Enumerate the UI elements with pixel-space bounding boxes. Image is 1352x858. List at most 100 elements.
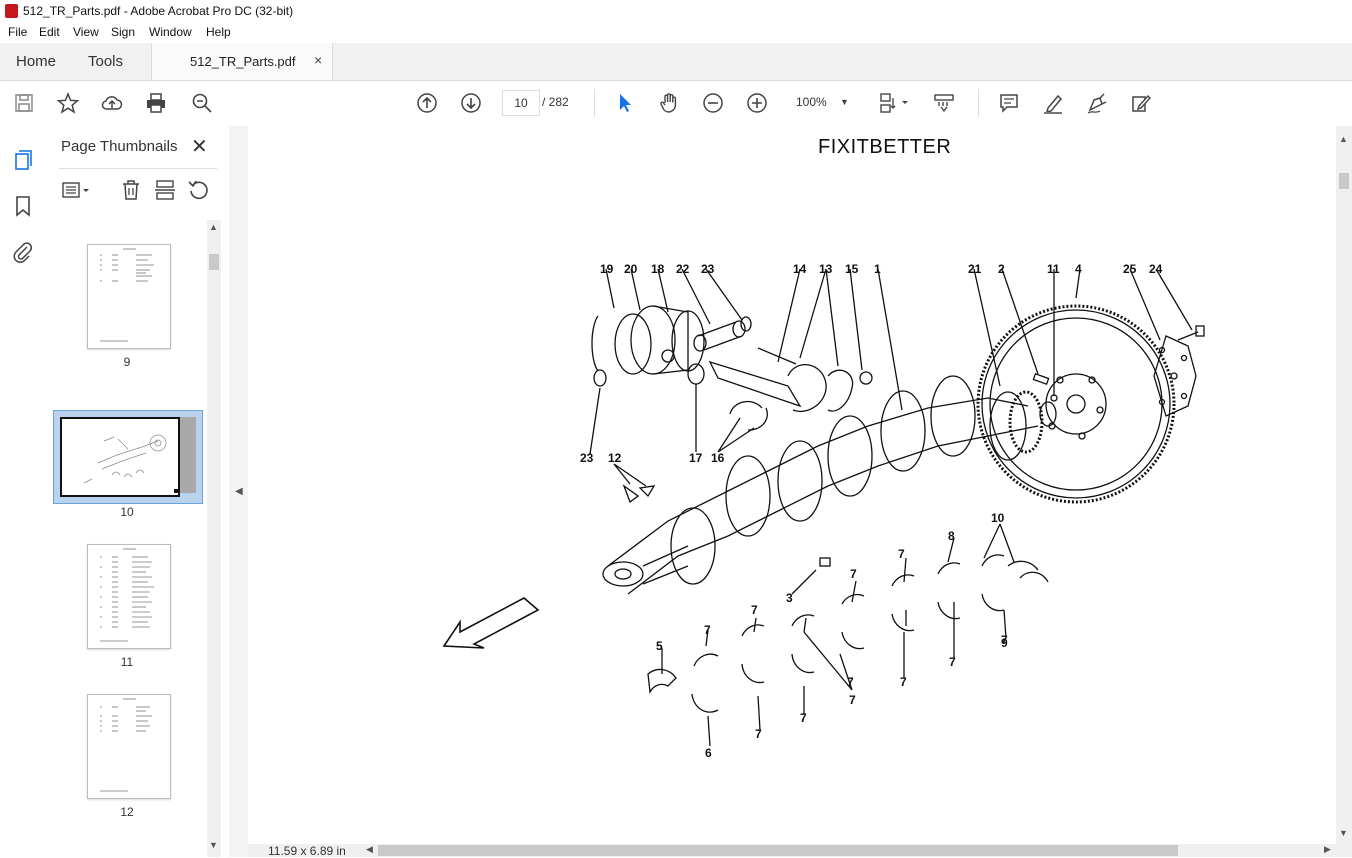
scroll-right-icon[interactable]: ▶ bbox=[1324, 844, 1331, 855]
thumbnail-options-icon[interactable] bbox=[61, 178, 95, 202]
scroll-up-icon[interactable]: ▲ bbox=[1339, 134, 1348, 144]
zoom-out-icon[interactable] bbox=[701, 91, 725, 115]
upload-cloud-icon[interactable] bbox=[100, 91, 124, 115]
callout-7c: 7 bbox=[751, 603, 758, 617]
thumbnail-page-9[interactable] bbox=[87, 244, 171, 349]
highlight-pen-icon[interactable] bbox=[1041, 91, 1065, 115]
scroll-down-icon[interactable]: ▼ bbox=[209, 840, 218, 850]
menu-help[interactable]: Help bbox=[206, 25, 231, 39]
page-number-input[interactable]: 10 bbox=[502, 90, 540, 116]
extract-pages-icon[interactable] bbox=[153, 178, 177, 202]
bookmarks-icon[interactable] bbox=[11, 194, 35, 218]
close-tab-icon[interactable]: × bbox=[314, 52, 322, 68]
callout-25: 25 bbox=[1123, 262, 1137, 276]
bookmark-star-icon[interactable] bbox=[56, 91, 80, 115]
attachments-icon[interactable] bbox=[11, 240, 35, 264]
callout-15: 15 bbox=[845, 262, 859, 276]
callout-18: 18 bbox=[651, 262, 665, 276]
page-display-icon[interactable] bbox=[878, 91, 912, 115]
thumbnail-viewport-shadow bbox=[180, 417, 196, 493]
panel-collapse-handle[interactable]: ◀ bbox=[229, 126, 249, 857]
scroll-mode-icon[interactable] bbox=[932, 91, 956, 115]
menu-file[interactable]: File bbox=[8, 25, 27, 39]
zoom-level-value: 100% bbox=[796, 95, 827, 109]
menu-window[interactable]: Window bbox=[149, 25, 192, 39]
comment-icon[interactable] bbox=[997, 91, 1021, 115]
callout-7b: 7 bbox=[850, 567, 857, 581]
page-size-label: 11.59 x 6.89 in bbox=[268, 844, 346, 858]
crankshaft-exploded-diagram: 19 20 18 22 23 14 13 15 1 21 2 11 4 25 2… bbox=[442, 262, 1205, 760]
hand-tool-icon[interactable] bbox=[657, 91, 681, 115]
next-page-icon[interactable] bbox=[459, 91, 483, 115]
document-status-bar: 11.59 x 6.89 in ◀ ▶ bbox=[248, 844, 1352, 858]
callout-7e: 7 bbox=[900, 675, 907, 689]
menu-bar: File Edit View Sign Window Help bbox=[0, 22, 1352, 43]
title-bar: 512_TR_Parts.pdf - Adobe Acrobat Pro DC … bbox=[0, 0, 1352, 22]
tab-tools[interactable]: Tools bbox=[88, 53, 123, 70]
close-panel-icon[interactable]: ✕ bbox=[191, 134, 208, 159]
zoom-in-icon[interactable] bbox=[745, 91, 769, 115]
thumbnail-page-label: 9 bbox=[123, 355, 131, 369]
thumbnail-page-10 bbox=[60, 417, 180, 497]
callout-7d: 7 bbox=[704, 623, 711, 637]
chevron-left-icon: ◀ bbox=[235, 486, 243, 497]
callout-6: 6 bbox=[705, 746, 712, 760]
callout-17: 17 bbox=[689, 451, 703, 465]
callout-7g: 7 bbox=[949, 655, 956, 669]
scroll-left-icon[interactable]: ◀ bbox=[366, 844, 373, 855]
horizontal-scrollbar-thumb[interactable] bbox=[378, 845, 1178, 856]
callout-4: 4 bbox=[1075, 262, 1082, 276]
callout-7i: 7 bbox=[800, 711, 807, 725]
zoom-level-dropdown[interactable]: 100% ▼ bbox=[788, 90, 856, 114]
callout-7a: 7 bbox=[898, 547, 905, 561]
thumbnail-page-11[interactable] bbox=[87, 544, 171, 649]
menu-sign[interactable]: Sign bbox=[111, 25, 135, 39]
callout-16: 16 bbox=[711, 451, 725, 465]
scrollbar-thumb[interactable] bbox=[1339, 173, 1349, 189]
scrollbar-thumb[interactable] bbox=[209, 254, 219, 270]
previous-page-icon[interactable] bbox=[415, 91, 439, 115]
window-title: 512_TR_Parts.pdf - Adobe Acrobat Pro DC … bbox=[23, 4, 294, 18]
toolbar-divider bbox=[978, 89, 979, 117]
callout-14: 14 bbox=[793, 262, 807, 276]
tab-bar: Home Tools 512_TR_Parts.pdf × bbox=[0, 43, 1352, 81]
document-tab-label: 512_TR_Parts.pdf bbox=[190, 54, 296, 69]
callout-23b: 23 bbox=[580, 451, 594, 465]
scroll-down-icon[interactable]: ▼ bbox=[1339, 828, 1348, 838]
callout-5: 5 bbox=[656, 639, 663, 653]
sign-icon[interactable] bbox=[1085, 91, 1109, 115]
callout-8: 8 bbox=[948, 529, 955, 543]
page-thumbnails-icon[interactable] bbox=[11, 148, 35, 172]
save-icon[interactable] bbox=[12, 91, 36, 115]
callout-11: 11 bbox=[1047, 262, 1060, 276]
scroll-up-icon[interactable]: ▲ bbox=[209, 222, 218, 232]
callout-2: 2 bbox=[998, 262, 1005, 276]
thumbnails-scrollbar[interactable]: ▲ ▼ bbox=[207, 220, 221, 857]
delete-page-icon[interactable] bbox=[119, 178, 143, 202]
callout-3: 3 bbox=[786, 591, 793, 605]
thumbnail-page-11-preview bbox=[100, 548, 154, 642]
chevron-down-icon: ▼ bbox=[840, 97, 849, 107]
acrobat-app-icon bbox=[5, 4, 18, 18]
page-thumbnails-panel: Page Thumbnails ✕ 9 10 11 12 ▲ ▼ bbox=[45, 126, 230, 857]
thumbnail-page-10-selected[interactable] bbox=[53, 410, 203, 504]
callout-22: 22 bbox=[676, 262, 690, 276]
toolbar-divider bbox=[594, 89, 595, 117]
callout-21: 21 bbox=[968, 262, 982, 276]
print-icon[interactable] bbox=[144, 91, 168, 115]
menu-view[interactable]: View bbox=[73, 25, 99, 39]
thumbnail-page-12[interactable] bbox=[87, 694, 171, 799]
page-count: / 282 bbox=[542, 95, 569, 109]
menu-edit[interactable]: Edit bbox=[39, 25, 60, 39]
callout-13: 13 bbox=[819, 262, 833, 276]
rotate-page-icon[interactable] bbox=[187, 178, 211, 202]
tab-document[interactable]: 512_TR_Parts.pdf × bbox=[151, 43, 333, 80]
callout-19: 19 bbox=[600, 262, 614, 276]
tab-home[interactable]: Home bbox=[16, 53, 56, 70]
main-toolbar: 10 / 282 100% ▼ bbox=[0, 81, 1352, 127]
select-cursor-icon[interactable] bbox=[613, 91, 637, 115]
document-vertical-scrollbar[interactable]: ▲ ▼ bbox=[1336, 126, 1352, 844]
document-view[interactable]: FIXITBETTER 19 20 18 22 23 14 13 15 1 21… bbox=[248, 126, 1336, 844]
zoom-search-icon[interactable] bbox=[190, 91, 214, 115]
fill-sign-icon[interactable] bbox=[1129, 91, 1153, 115]
